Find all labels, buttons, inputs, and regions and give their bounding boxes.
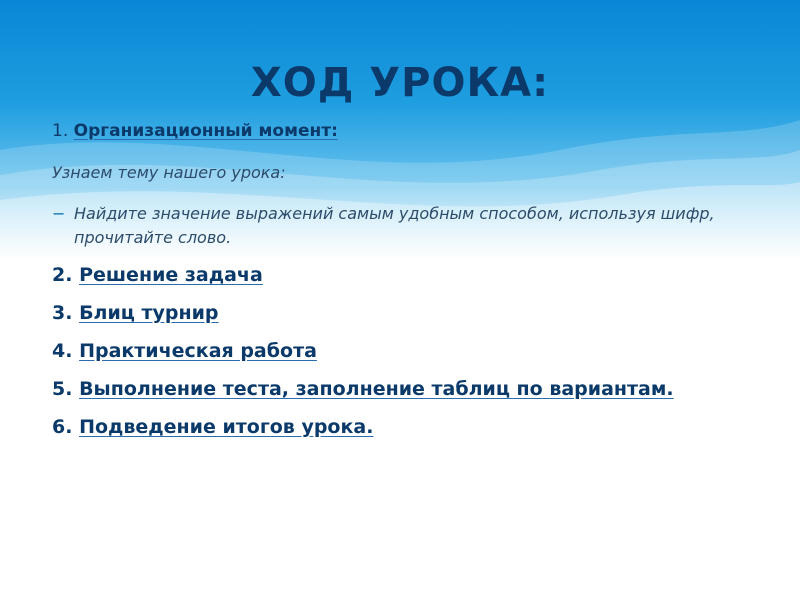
link-organizational-moment[interactable]: Организационный момент: bbox=[74, 121, 338, 141]
list-item-2: 2. Решение задача bbox=[52, 256, 772, 294]
intro-text: Узнаем тему нашего урока: bbox=[52, 163, 286, 182]
item-number: 5. bbox=[52, 378, 80, 400]
link-test-and-tables[interactable]: Выполнение теста, заполнение таблиц по в… bbox=[79, 378, 674, 400]
link-practical-work[interactable]: Практическая работа bbox=[79, 340, 317, 362]
task-bullet: − Найдите значение выражений самым удобн… bbox=[52, 202, 794, 250]
task-bullet-text: Найдите значение выражений самым удобным… bbox=[74, 204, 715, 247]
item-number: 3. bbox=[52, 302, 80, 324]
list-item-6: 6. Подведение итогов урока. bbox=[52, 408, 772, 446]
item-number: 2. bbox=[52, 264, 80, 286]
link-blitz-tournament[interactable]: Блиц турнир bbox=[79, 302, 218, 324]
list-item-5: 5. Выполнение теста, заполнение таблиц п… bbox=[52, 370, 772, 408]
link-summary[interactable]: Подведение итогов урока. bbox=[79, 416, 373, 438]
list-item-1: 1. Организационный момент: bbox=[52, 118, 772, 144]
list-item-4: 4. Практическая работа bbox=[52, 332, 772, 370]
lesson-plan: 1. Организационный момент: Узнаем тему н… bbox=[52, 118, 772, 446]
item-number: 1. bbox=[52, 121, 74, 141]
dash-icon: − bbox=[52, 204, 66, 223]
slide-title: ХОД УРОКА: bbox=[250, 60, 550, 106]
item-number: 4. bbox=[52, 340, 80, 362]
list-item-3: 3. Блиц турнир bbox=[52, 294, 772, 332]
item-number: 6. bbox=[52, 416, 80, 438]
link-problem-solving[interactable]: Решение задача bbox=[79, 264, 263, 286]
